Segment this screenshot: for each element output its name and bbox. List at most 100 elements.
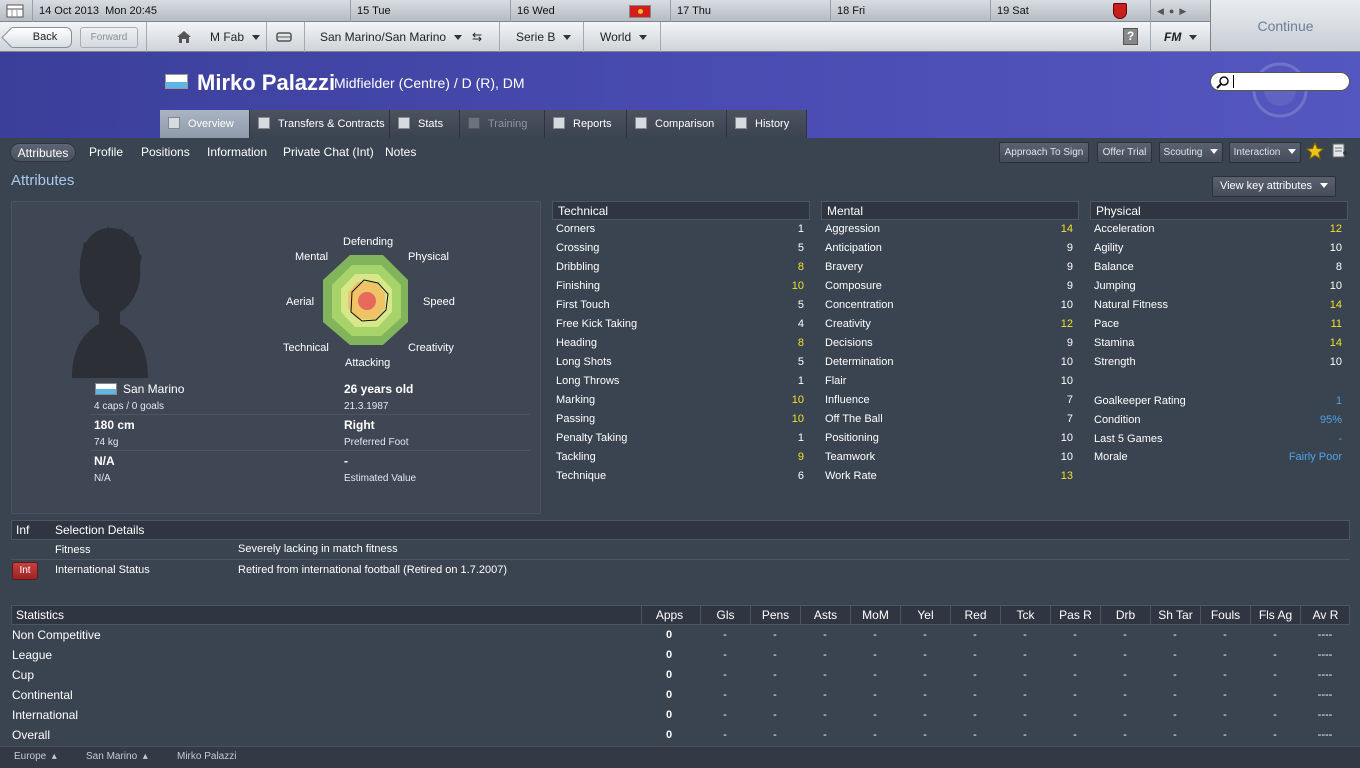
attribute-value: 10 <box>791 280 804 292</box>
nation-flag-icon <box>95 383 117 395</box>
stat-column-header[interactable]: Apps <box>641 605 697 625</box>
tab-comparison[interactable]: Comparison <box>627 110 727 138</box>
calendar-day[interactable]: 15 Tue <box>350 0 510 22</box>
scouting-button[interactable]: Scouting <box>1159 142 1223 163</box>
stat-row: Cup 0- - - - - - - - - - - - ---- <box>11 665 1350 685</box>
stat-column-header[interactable]: Pas R <box>1050 605 1100 625</box>
help-button[interactable]: ? <box>1123 28 1138 45</box>
stat-cell: - <box>973 689 977 701</box>
player-weight: 74 kg <box>94 437 119 448</box>
club-menu[interactable]: San Marino/San Marino <box>320 22 463 52</box>
stat-cell: - <box>1123 649 1127 661</box>
stat-cell: - <box>1173 689 1177 701</box>
stat-column-header[interactable]: Asts <box>800 605 850 625</box>
calendar-icon[interactable] <box>0 0 32 22</box>
stat-column-header[interactable]: Tck <box>1000 605 1050 625</box>
attribute-name: Condition <box>1094 414 1141 426</box>
tab-history[interactable]: History <box>727 110 807 138</box>
stat-column-header[interactable]: MoM <box>850 605 900 625</box>
attribute-name: Last 5 Games <box>1094 433 1163 445</box>
stat-column-header[interactable]: Yel <box>900 605 950 625</box>
stat-column-header[interactable]: Gls <box>700 605 750 625</box>
nation-link[interactable]: San Marino <box>123 382 184 396</box>
stat-cell: - <box>973 709 977 721</box>
stat-cell: - <box>1023 689 1027 701</box>
breadcrumb-san-marino[interactable]: San Marino ▴ <box>86 751 148 762</box>
attribute-name: Bravery <box>825 261 863 273</box>
view-key-attributes-button[interactable]: View key attributes <box>1212 176 1336 197</box>
current-time: Mon 20:45 <box>105 5 158 17</box>
forward-button[interactable]: Forward <box>80 27 138 48</box>
subnav-information[interactable]: Information <box>207 143 267 162</box>
world-menu[interactable]: World <box>600 22 648 52</box>
breadcrumb-player[interactable]: Mirko Palazzi <box>177 751 236 762</box>
calendar-day[interactable]: 17 Thu <box>670 0 830 22</box>
stat-cell: - <box>1173 709 1177 721</box>
subnav-private-chat[interactable]: Private Chat (Int) <box>283 143 374 162</box>
stat-column-header[interactable]: Fls Ag <box>1250 605 1300 625</box>
stat-row-label: Overall <box>12 728 51 742</box>
tab-overview[interactable]: Overview <box>160 110 250 138</box>
stat-cell: - <box>923 649 927 661</box>
offer-trial-button[interactable]: Offer Trial <box>1097 142 1152 163</box>
club-crest-watermark-icon <box>1252 62 1308 118</box>
stat-column-header[interactable]: Red <box>950 605 1000 625</box>
player-height: 180 cm <box>94 418 135 432</box>
stat-cell: - <box>1023 729 1027 741</box>
attribute-value: 10 <box>791 413 804 425</box>
subnav-notes[interactable]: Notes <box>385 143 416 162</box>
subnav-attributes[interactable]: Attributes <box>10 143 76 162</box>
stat-cell: - <box>1073 629 1077 641</box>
stat-column-header[interactable]: Sh Tar <box>1150 605 1200 625</box>
stat-column-header[interactable]: Pens <box>750 605 800 625</box>
attribute-row: Composure 9 <box>825 277 1077 296</box>
inbox-icon[interactable] <box>276 22 292 52</box>
physical-extra-row: Last 5 Games - <box>1094 430 1346 449</box>
attribute-row: Balance 8 <box>1094 258 1346 277</box>
add-note-icon[interactable] <box>1332 143 1348 159</box>
back-button[interactable]: Back <box>10 27 72 48</box>
stat-cell: - <box>923 629 927 641</box>
approach-to-sign-button[interactable]: Approach To Sign <box>999 142 1089 163</box>
tab-transfers[interactable]: Transfers & Contracts <box>250 110 390 138</box>
stat-row: International 0- - - - - - - - - - - - ---- <box>11 705 1350 725</box>
attribute-row: First Touch 5 <box>556 296 808 315</box>
search-input[interactable] <box>1210 72 1350 91</box>
shortlist-star-icon[interactable] <box>1306 142 1324 160</box>
stat-column-header[interactable]: Fouls <box>1200 605 1250 625</box>
fm-menu[interactable]: FM <box>1164 22 1198 52</box>
stat-row-label: League <box>12 648 53 662</box>
switch-icon[interactable]: ⇆ <box>472 22 482 52</box>
physical-header: Physical <box>1090 201 1348 220</box>
subnav-positions[interactable]: Positions <box>141 143 190 162</box>
attribute-name: Technique <box>556 470 607 482</box>
subnav-profile[interactable]: Profile <box>89 143 123 162</box>
calendar-scroll[interactable]: ◀ ● ▶ <box>1150 0 1210 22</box>
tab-reports[interactable]: Reports <box>545 110 627 138</box>
calendar-day[interactable]: 18 Fri <box>830 0 990 22</box>
stat-cell: - <box>973 729 977 741</box>
stat-cell: ---- <box>1317 629 1333 641</box>
calendar-day[interactable]: 16 Wed <box>510 0 670 22</box>
interaction-button[interactable]: Interaction <box>1229 142 1301 163</box>
stat-column-header[interactable]: Av R <box>1300 605 1350 625</box>
stat-row: League 0- - - - - - - - - - - - ---- <box>11 645 1350 665</box>
radar-label-mental: Mental <box>295 251 329 263</box>
attribute-value: 10 <box>1060 299 1073 311</box>
attribute-value: 9 <box>1066 280 1073 292</box>
calendar-day[interactable]: 19 Sat <box>990 0 1150 22</box>
tab-stats[interactable]: Stats <box>390 110 460 138</box>
home-icon[interactable] <box>176 22 192 52</box>
match-flag-icon <box>629 5 651 18</box>
manager-menu[interactable]: M Fab <box>210 22 261 52</box>
stat-cell: - <box>1023 709 1027 721</box>
attribute-value: 8 <box>1335 261 1342 273</box>
league-menu[interactable]: Serie B <box>516 22 572 52</box>
attribute-name: Composure <box>825 280 882 292</box>
breadcrumb-europe[interactable]: Europe ▴ <box>14 751 57 762</box>
stat-column-header[interactable]: Drb <box>1100 605 1150 625</box>
overview-icon <box>168 117 180 129</box>
attribute-name: Anticipation <box>825 242 882 254</box>
continue-button[interactable]: Continue <box>1210 0 1360 52</box>
attribute-value: 5 <box>797 242 804 254</box>
